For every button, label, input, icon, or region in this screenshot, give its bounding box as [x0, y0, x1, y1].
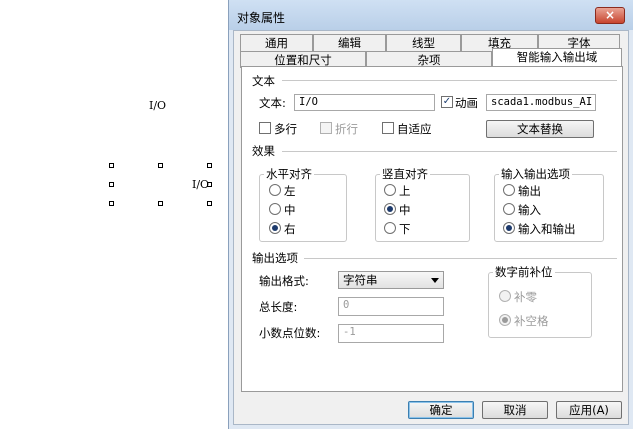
- h-align-center-label: 中: [284, 203, 296, 217]
- decimals-label: 小数点位数:: [259, 326, 321, 340]
- v-align-top-radio[interactable]: [384, 184, 396, 196]
- variable-input[interactable]: scada1.modbus_AI: [486, 94, 596, 111]
- dialog-title: 对象属性: [237, 11, 286, 25]
- v-align-middle-label: 中: [399, 203, 411, 217]
- resize-handle-br[interactable]: [207, 201, 212, 206]
- resize-handle-bm[interactable]: [158, 201, 163, 206]
- h-align-left-radio[interactable]: [269, 184, 281, 196]
- padding-title: 数字前补位: [493, 264, 555, 280]
- total-length-label: 总长度:: [259, 300, 298, 314]
- v-align-top-label: 上: [399, 184, 411, 198]
- tab-line-style[interactable]: 线型: [386, 34, 461, 51]
- tab-smart-io-field[interactable]: 智能输入输出域: [492, 48, 622, 68]
- checkmark-icon: ✓: [442, 96, 452, 107]
- v-align-middle-radio[interactable]: [384, 203, 396, 215]
- pad-zero-radio[interactable]: [499, 290, 511, 302]
- close-button[interactable]: ×: [595, 7, 625, 24]
- io-input-label: 输入: [518, 203, 541, 217]
- format-select[interactable]: 字符串: [338, 271, 444, 289]
- decimals-input[interactable]: -1: [338, 324, 444, 343]
- io-input-output-label: 输入和输出: [518, 222, 576, 236]
- dropdown-arrow-icon: [431, 278, 439, 283]
- resize-handle-tr[interactable]: [207, 163, 212, 168]
- output-section-divider: [304, 258, 617, 259]
- wrap-label: 折行: [335, 122, 358, 136]
- animate-label: 动画: [455, 96, 478, 110]
- tab-edit[interactable]: 编辑: [313, 34, 386, 51]
- apply-button[interactable]: 应用(A): [556, 401, 622, 419]
- v-align-bottom-radio[interactable]: [384, 222, 396, 234]
- selected-io-text: I/O: [192, 178, 210, 191]
- effect-section-divider: [282, 151, 617, 152]
- resize-handle-ml[interactable]: [109, 182, 114, 187]
- h-align-center-radio[interactable]: [269, 203, 281, 215]
- object-properties-dialog: 对象属性 × 通用 编辑 线型 填充 字体 位置和尺寸 杂项 智能输入输出域 文…: [228, 0, 633, 429]
- format-select-value: 字符串: [343, 273, 378, 287]
- format-label: 输出格式:: [259, 274, 309, 288]
- pad-space-radio[interactable]: [499, 314, 511, 326]
- dialog-titlebar[interactable]: 对象属性 ×: [229, 0, 633, 30]
- text-section-title: 文本: [252, 74, 275, 88]
- h-align-right-radio[interactable]: [269, 222, 281, 234]
- output-section-title: 输出选项: [252, 251, 298, 265]
- resize-handle-bl[interactable]: [109, 201, 114, 206]
- v-align-title: 竖直对齐: [380, 166, 430, 182]
- pad-zero-label: 补零: [514, 290, 537, 304]
- h-align-left-label: 左: [284, 184, 296, 198]
- tab-general[interactable]: 通用: [240, 34, 313, 51]
- total-length-input[interactable]: 0: [338, 297, 444, 316]
- h-align-title: 水平对齐: [264, 166, 314, 182]
- io-options-title: 输入输出选项: [499, 166, 572, 182]
- effect-section-title: 效果: [252, 144, 275, 158]
- resize-handle-tl[interactable]: [109, 163, 114, 168]
- autofit-label: 自适应: [397, 122, 432, 136]
- multiline-checkbox[interactable]: [259, 122, 271, 134]
- wrap-checkbox[interactable]: [320, 122, 332, 134]
- resize-handle-tm[interactable]: [158, 163, 163, 168]
- canvas-io-text[interactable]: I/O: [149, 99, 166, 112]
- tab-panel-smart-io: 文本 文本: I/O ✓ 动画 scada1.modbus_AI 多行 折行 自…: [241, 66, 623, 392]
- io-input-output-radio[interactable]: [503, 222, 515, 234]
- text-section-divider: [282, 80, 617, 81]
- io-output-radio[interactable]: [503, 184, 515, 196]
- drawing-canvas[interactable]: I/O I/O: [0, 0, 228, 429]
- ok-button[interactable]: 确定: [408, 401, 474, 419]
- io-input-radio[interactable]: [503, 203, 515, 215]
- h-align-right-label: 右: [284, 222, 296, 236]
- autofit-checkbox[interactable]: [382, 122, 394, 134]
- text-replace-button[interactable]: 文本替换: [486, 120, 594, 138]
- v-align-bottom-label: 下: [399, 222, 411, 236]
- text-input[interactable]: I/O: [294, 94, 435, 111]
- io-output-label: 输出: [518, 184, 541, 198]
- text-label: 文本:: [259, 96, 286, 110]
- animate-checkbox[interactable]: ✓: [441, 96, 453, 108]
- close-icon: ×: [604, 8, 616, 22]
- cancel-button[interactable]: 取消: [482, 401, 548, 419]
- multiline-label: 多行: [274, 122, 297, 136]
- pad-space-label: 补空格: [514, 314, 549, 328]
